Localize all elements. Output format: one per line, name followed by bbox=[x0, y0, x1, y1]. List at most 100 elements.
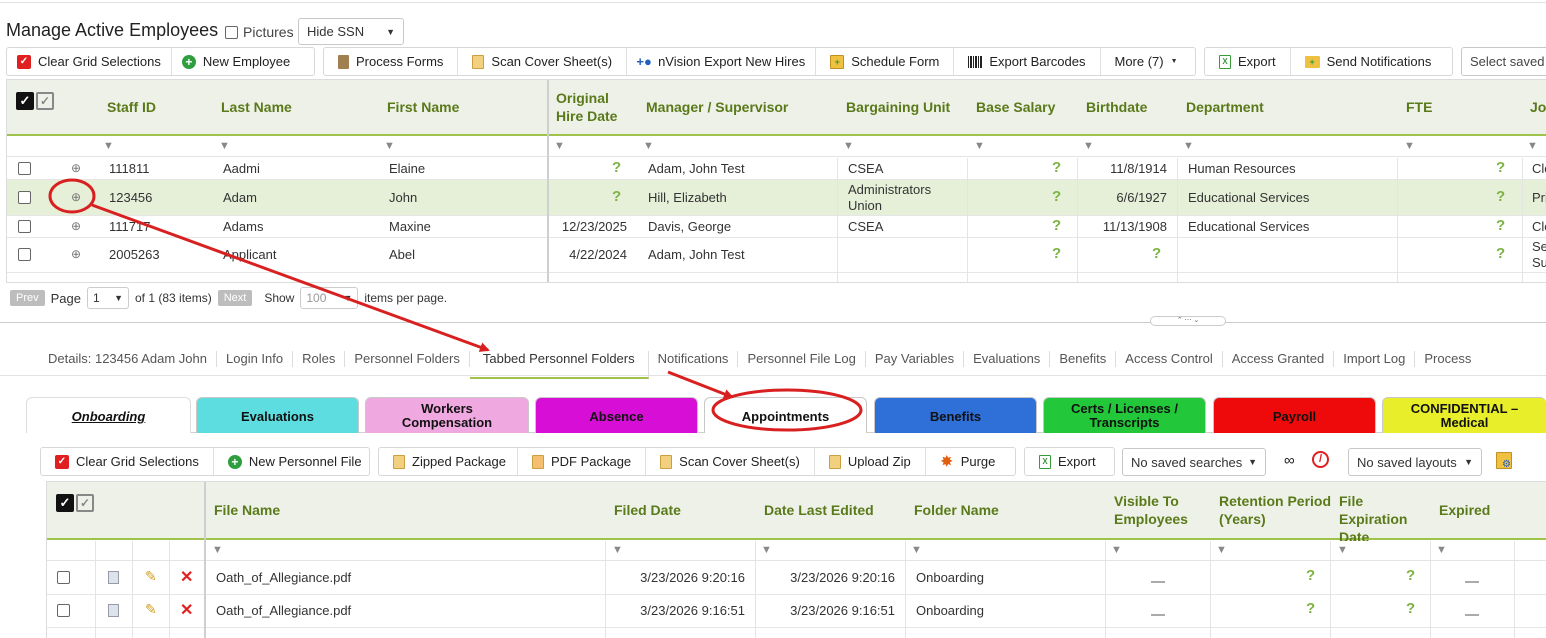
page-size-select[interactable]: 100 ▼ bbox=[300, 287, 359, 309]
binoculars-icon[interactable]: ∞ bbox=[1284, 452, 1295, 469]
row-checkbox[interactable] bbox=[57, 571, 70, 584]
folder-tab-certs-licenses[interactable]: Certs / Licenses / Transcripts bbox=[1043, 397, 1206, 433]
saved-searches-select[interactable]: No saved searches ▼ bbox=[1122, 448, 1266, 476]
tab-process[interactable]: Process bbox=[1415, 351, 1480, 367]
page-select[interactable]: 1 ▼ bbox=[87, 287, 129, 309]
purge-button[interactable]: ✸ Purge bbox=[926, 448, 1010, 475]
new-personnel-file-button[interactable]: + New Personnel File bbox=[214, 448, 369, 475]
folder-tab-workers-compensation[interactable]: Workers Compensation bbox=[365, 397, 529, 433]
col-expired[interactable]: Expired bbox=[1439, 501, 1490, 519]
filter-icon[interactable]: ▼ bbox=[843, 140, 854, 152]
table-row[interactable]: ⊕ 111811 Aadmi Elaine ? Adam, John Test … bbox=[7, 158, 1546, 180]
filter-icon[interactable]: ▼ bbox=[1436, 544, 1447, 556]
col-first-name[interactable]: First Name bbox=[387, 98, 459, 116]
clear-search-icon[interactable]: / bbox=[1312, 451, 1329, 468]
select-all-icon[interactable]: ✓ bbox=[56, 494, 74, 512]
col-manager[interactable]: Manager / Supervisor bbox=[646, 98, 788, 116]
row-checkbox[interactable] bbox=[57, 604, 70, 617]
magnify-icon[interactable]: ⊕ bbox=[71, 219, 81, 233]
col-file-expiration-date[interactable]: File Expiration Date bbox=[1339, 492, 1433, 546]
filter-icon[interactable]: ▼ bbox=[911, 544, 922, 556]
col-visible-to-employees[interactable]: Visible To Employees bbox=[1114, 492, 1204, 528]
filter-icon[interactable]: ▼ bbox=[1527, 140, 1538, 152]
panel-splitter[interactable] bbox=[0, 322, 1546, 323]
frozen-column-divider[interactable] bbox=[204, 482, 206, 638]
more-button[interactable]: More (7) ▼ bbox=[1101, 48, 1192, 75]
pictures-checkbox[interactable] bbox=[225, 25, 238, 39]
table-row[interactable]: ⊕ 111717 Adams Maxine 12/23/2025 Davis, … bbox=[7, 216, 1546, 238]
row-checkbox[interactable] bbox=[18, 191, 31, 204]
filter-icon[interactable]: ▼ bbox=[554, 140, 565, 152]
new-employee-button[interactable]: + New Employee bbox=[172, 48, 300, 75]
select-visible-icon[interactable]: ✓ bbox=[76, 494, 94, 512]
edit-pencil-icon[interactable]: ✎ bbox=[145, 568, 157, 585]
send-notifications-button[interactable]: + Send Notifications bbox=[1291, 48, 1446, 75]
folder-tab-payroll[interactable]: Payroll bbox=[1213, 397, 1376, 433]
edit-pencil-icon[interactable]: ✎ bbox=[145, 601, 157, 618]
select-all-icon[interactable]: ✓ bbox=[16, 92, 34, 110]
zipped-package-button[interactable]: Zipped Package bbox=[379, 448, 518, 475]
view-file-icon[interactable] bbox=[108, 571, 119, 584]
delete-icon[interactable]: ✕ bbox=[180, 567, 193, 587]
tab-import-log[interactable]: Import Log bbox=[1334, 351, 1416, 367]
tab-evaluations[interactable]: Evaluations bbox=[964, 351, 1051, 367]
process-forms-button[interactable]: Process Forms bbox=[324, 48, 459, 75]
select-visible-icon[interactable]: ✓ bbox=[36, 92, 54, 110]
scan-cover-sheets-button[interactable]: Scan Cover Sheet(s) bbox=[458, 48, 628, 75]
filter-icon[interactable]: ▼ bbox=[103, 140, 114, 152]
view-file-icon[interactable] bbox=[108, 604, 119, 617]
col-retention-period[interactable]: Retention Period (Years) bbox=[1219, 492, 1331, 528]
tab-pay-variables[interactable]: Pay Variables bbox=[866, 351, 965, 367]
tab-tabbed-personnel-folders[interactable]: Tabbed Personnel Folders bbox=[469, 351, 649, 379]
tab-access-granted[interactable]: Access Granted bbox=[1223, 351, 1335, 367]
col-date-last-edited[interactable]: Date Last Edited bbox=[764, 501, 874, 519]
col-last-name[interactable]: Last Name bbox=[221, 98, 292, 116]
filter-icon[interactable]: ▼ bbox=[219, 140, 230, 152]
frozen-column-divider[interactable] bbox=[547, 80, 549, 282]
clear-file-selections-button[interactable]: ✓ Clear Grid Selections bbox=[41, 448, 214, 475]
magnify-icon[interactable]: ⊕ bbox=[71, 247, 81, 261]
col-fte[interactable]: FTE bbox=[1406, 98, 1432, 116]
folder-tab-confidential-medical[interactable]: CONFIDENTIAL – Medical bbox=[1382, 397, 1546, 433]
filter-icon[interactable]: ▼ bbox=[1404, 140, 1415, 152]
folder-tab-onboarding[interactable]: Onboarding bbox=[26, 397, 191, 433]
col-staff-id[interactable]: Staff ID bbox=[107, 98, 156, 116]
next-page-button[interactable]: Next bbox=[217, 290, 253, 306]
tab-benefits[interactable]: Benefits bbox=[1050, 351, 1117, 367]
schedule-form-button[interactable]: + Schedule Form bbox=[816, 48, 955, 75]
filter-icon[interactable]: ▼ bbox=[384, 140, 395, 152]
file-export-button[interactable]: X Export bbox=[1025, 448, 1110, 475]
scan-cover-sheets-file-button[interactable]: Scan Cover Sheet(s) bbox=[646, 448, 815, 475]
pictures-toggle[interactable]: Pictures bbox=[225, 24, 294, 40]
tab-personnel-folders[interactable]: Personnel Folders bbox=[345, 351, 470, 367]
filter-icon[interactable]: ▼ bbox=[1183, 140, 1194, 152]
folder-tab-absence[interactable]: Absence bbox=[535, 397, 698, 433]
col-job[interactable]: Job bbox=[1530, 98, 1546, 116]
saved-layouts-select[interactable]: No saved layouts ▼ bbox=[1348, 448, 1482, 476]
tab-details[interactable]: Details: 123456 Adam John bbox=[30, 351, 217, 367]
prev-page-button[interactable]: Prev bbox=[10, 290, 45, 306]
filter-icon[interactable]: ▼ bbox=[761, 544, 772, 556]
col-department[interactable]: Department bbox=[1186, 98, 1264, 116]
table-row[interactable]: ⊕ 2005263 Applicant Abel 4/22/2024 Adam,… bbox=[7, 238, 1546, 273]
export-barcodes-button[interactable]: Export Barcodes bbox=[954, 48, 1101, 75]
filter-icon[interactable]: ▼ bbox=[212, 544, 223, 556]
magnify-icon[interactable]: ⊕ bbox=[71, 161, 81, 175]
layout-settings-icon[interactable]: ⚙ bbox=[1496, 452, 1512, 470]
filter-icon[interactable]: ▼ bbox=[1337, 544, 1348, 556]
col-base-salary[interactable]: Base Salary bbox=[976, 98, 1055, 116]
col-birthdate[interactable]: Birthdate bbox=[1086, 98, 1147, 116]
filter-icon[interactable]: ▼ bbox=[1083, 140, 1094, 152]
clear-grid-selections-button[interactable]: ✓ Clear Grid Selections bbox=[7, 48, 172, 75]
ssn-select[interactable]: Hide SSN ▼ bbox=[298, 18, 404, 45]
pdf-package-button[interactable]: PDF Package bbox=[518, 448, 647, 475]
col-file-name[interactable]: File Name bbox=[214, 501, 280, 519]
nvision-export-button[interactable]: +● nVision Export New Hires bbox=[627, 48, 817, 75]
filter-icon[interactable]: ▼ bbox=[1216, 544, 1227, 556]
export-button[interactable]: X Export bbox=[1205, 48, 1291, 75]
filter-icon[interactable]: ▼ bbox=[1111, 544, 1122, 556]
splitter-handle[interactable]: ⌃ ⋯ ⌄ bbox=[1150, 316, 1226, 326]
magnify-icon[interactable]: ⊕ bbox=[71, 190, 81, 204]
tab-access-control[interactable]: Access Control bbox=[1116, 351, 1223, 367]
folder-tab-evaluations[interactable]: Evaluations bbox=[196, 397, 359, 433]
